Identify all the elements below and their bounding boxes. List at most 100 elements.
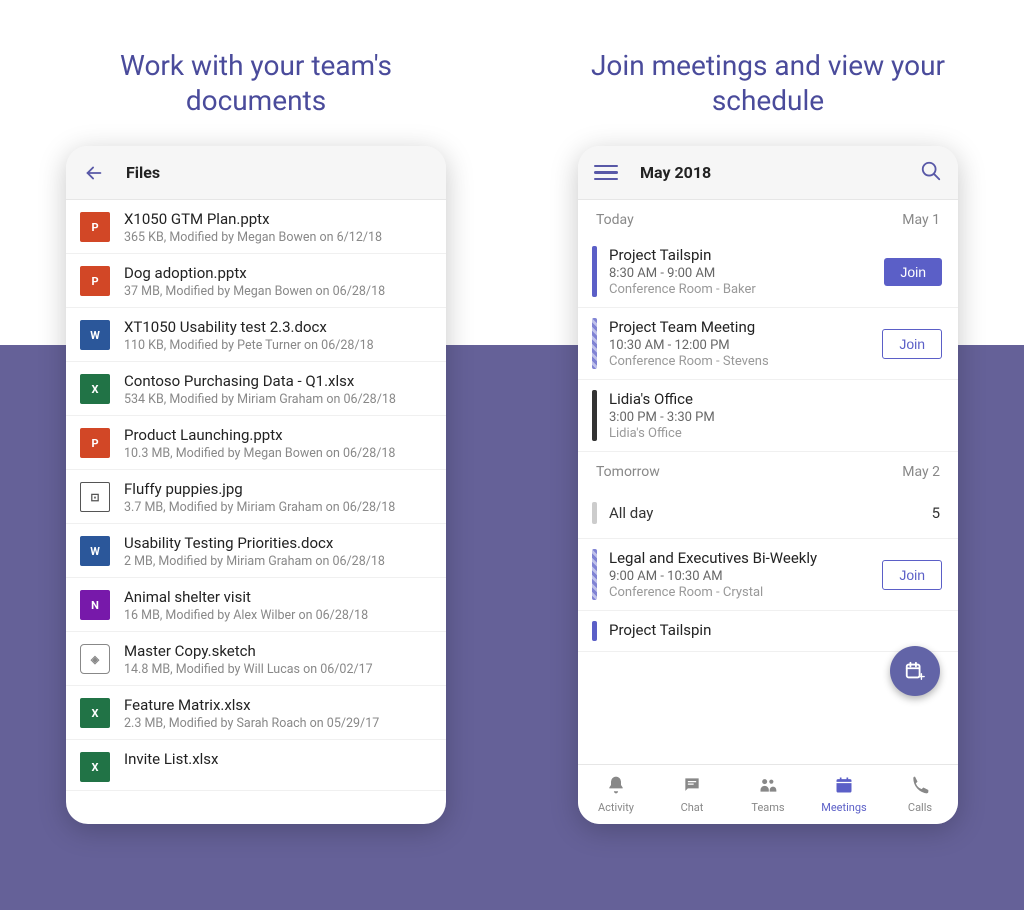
new-meeting-fab[interactable] — [890, 646, 940, 696]
file-name: Product Launching.pptx — [124, 426, 432, 444]
allday-bar — [592, 502, 597, 524]
bottom-tabbar: Activity Chat Teams Meetings Calls — [578, 764, 958, 824]
file-row[interactable]: W XT1050 Usability test 2.3.docx 110 KB,… — [66, 308, 446, 362]
event-color-bar — [592, 390, 597, 441]
file-type-icon: ⊡ — [80, 482, 110, 512]
meetings-header: May 2018 — [578, 146, 958, 200]
file-meta: 365 KB, Modified by Megan Bowen on 6/12/… — [124, 230, 432, 245]
tab-calls[interactable]: Calls — [882, 765, 958, 824]
meeting-event[interactable]: Project Team Meeting 10:30 AM - 12:00 PM… — [578, 308, 958, 380]
tab-activity[interactable]: Activity — [578, 765, 654, 824]
right-headline: Join meetings and view your schedule — [588, 48, 948, 118]
file-row[interactable]: ⊡ Fluffy puppies.jpg 3.7 MB, Modified by… — [66, 470, 446, 524]
tomorrow-label: Tomorrow — [596, 464, 660, 480]
file-meta: 14.8 MB, Modified by Will Lucas on 06/02… — [124, 662, 432, 677]
bell-icon — [606, 775, 626, 798]
tab-chat[interactable]: Chat — [654, 765, 730, 824]
event-title: Lidia's Office — [609, 390, 942, 408]
file-row[interactable]: P X1050 GTM Plan.pptx 365 KB, Modified b… — [66, 200, 446, 254]
tab-label: Chat — [681, 801, 704, 814]
file-name: Fluffy puppies.jpg — [124, 480, 432, 498]
files-header: Files — [66, 146, 446, 200]
event-color-bar — [592, 549, 597, 600]
calendar-icon — [834, 775, 854, 798]
tomorrow-header: Tomorrow May 2 — [578, 452, 958, 488]
file-row[interactable]: ◈ Master Copy.sketch 14.8 MB, Modified b… — [66, 632, 446, 686]
file-type-icon: X — [80, 752, 110, 782]
tab-label: Activity — [598, 801, 634, 814]
chat-icon — [682, 775, 702, 798]
file-name: XT1050 Usability test 2.3.docx — [124, 318, 432, 336]
file-type-icon: ◈ — [80, 644, 110, 674]
join-button[interactable]: Join — [882, 329, 942, 359]
event-location: Conference Room - Crystal — [609, 585, 874, 600]
meetings-title: May 2018 — [640, 163, 920, 182]
left-headline: Work with your team's documents — [76, 48, 436, 118]
files-title: Files — [126, 163, 160, 182]
meeting-event[interactable]: Project Tailspin 8:30 AM - 9:00 AM Confe… — [578, 236, 958, 308]
file-name: Usability Testing Priorities.docx — [124, 534, 432, 552]
file-row[interactable]: N Animal shelter visit 16 MB, Modified b… — [66, 578, 446, 632]
event-time: 9:00 AM - 10:30 AM — [609, 569, 874, 584]
file-meta: 16 MB, Modified by Alex Wilber on 06/28/… — [124, 608, 432, 623]
file-type-icon: W — [80, 320, 110, 350]
file-row[interactable]: X Feature Matrix.xlsx 2.3 MB, Modified b… — [66, 686, 446, 740]
file-meta: 2.3 MB, Modified by Sarah Roach on 05/29… — [124, 716, 432, 731]
event-location: Conference Room - Baker — [609, 282, 876, 297]
meetings-body: Today May 1 Project Tailspin 8:30 AM - 9… — [578, 200, 958, 764]
teams-icon — [758, 775, 778, 798]
tomorrow-date: May 2 — [902, 464, 940, 480]
search-icon[interactable] — [920, 160, 942, 186]
file-name: Master Copy.sketch — [124, 642, 432, 660]
file-type-icon: X — [80, 374, 110, 404]
allday-row[interactable]: All day 5 — [578, 488, 958, 539]
file-name: Animal shelter visit — [124, 588, 432, 606]
join-button[interactable]: Join — [884, 258, 942, 286]
back-icon[interactable] — [80, 159, 108, 187]
tab-label: Calls — [908, 801, 932, 814]
file-meta: 534 KB, Modified by Miriam Graham on 06/… — [124, 392, 432, 407]
today-label: Today — [596, 212, 634, 228]
file-row[interactable]: P Product Launching.pptx 10.3 MB, Modifi… — [66, 416, 446, 470]
file-row[interactable]: P Dog adoption.pptx 37 MB, Modified by M… — [66, 254, 446, 308]
meeting-event[interactable]: Legal and Executives Bi-Weekly 9:00 AM -… — [578, 539, 958, 611]
allday-count: 5 — [932, 504, 940, 522]
phone-icon — [910, 775, 930, 798]
file-name: X1050 GTM Plan.pptx — [124, 210, 432, 228]
event-title: Legal and Executives Bi-Weekly — [609, 549, 874, 567]
event-location: Lidia's Office — [609, 426, 942, 441]
allday-label: All day — [609, 504, 653, 522]
meeting-event[interactable]: Lidia's Office 3:00 PM - 3:30 PM Lidia's… — [578, 380, 958, 452]
event-title: Project Team Meeting — [609, 318, 874, 336]
file-name: Contoso Purchasing Data - Q1.xlsx — [124, 372, 432, 390]
file-row[interactable]: W Usability Testing Priorities.docx 2 MB… — [66, 524, 446, 578]
files-phone: Files P X1050 GTM Plan.pptx 365 KB, Modi… — [66, 146, 446, 824]
file-type-icon: N — [80, 590, 110, 620]
file-type-icon: P — [80, 266, 110, 296]
event-location: Conference Room - Stevens — [609, 354, 874, 369]
tab-teams[interactable]: Teams — [730, 765, 806, 824]
event-title: Project Tailspin — [609, 621, 942, 639]
file-row[interactable]: X Contoso Purchasing Data - Q1.xlsx 534 … — [66, 362, 446, 416]
event-time: 10:30 AM - 12:00 PM — [609, 338, 874, 353]
file-list: P X1050 GTM Plan.pptx 365 KB, Modified b… — [66, 200, 446, 824]
event-color-bar — [592, 318, 597, 369]
file-meta: 37 MB, Modified by Megan Bowen on 06/28/… — [124, 284, 432, 299]
join-button[interactable]: Join — [882, 560, 942, 590]
event-time: 3:00 PM - 3:30 PM — [609, 410, 942, 425]
tab-meetings[interactable]: Meetings — [806, 765, 882, 824]
meeting-event[interactable]: Project Tailspin — [578, 611, 958, 652]
file-row[interactable]: X Invite List.xlsx — [66, 740, 446, 791]
event-time: 8:30 AM - 9:00 AM — [609, 266, 876, 281]
file-name: Dog adoption.pptx — [124, 264, 432, 282]
file-name: Invite List.xlsx — [124, 750, 432, 768]
tab-label: Meetings — [821, 801, 866, 814]
event-color-bar — [592, 246, 597, 297]
file-type-icon: X — [80, 698, 110, 728]
file-type-icon: W — [80, 536, 110, 566]
file-meta: 2 MB, Modified by Miriam Graham on 06/28… — [124, 554, 432, 569]
hamburger-icon[interactable] — [594, 165, 618, 180]
file-meta: 3.7 MB, Modified by Miriam Graham on 06/… — [124, 500, 432, 515]
file-type-icon: P — [80, 212, 110, 242]
file-type-icon: P — [80, 428, 110, 458]
